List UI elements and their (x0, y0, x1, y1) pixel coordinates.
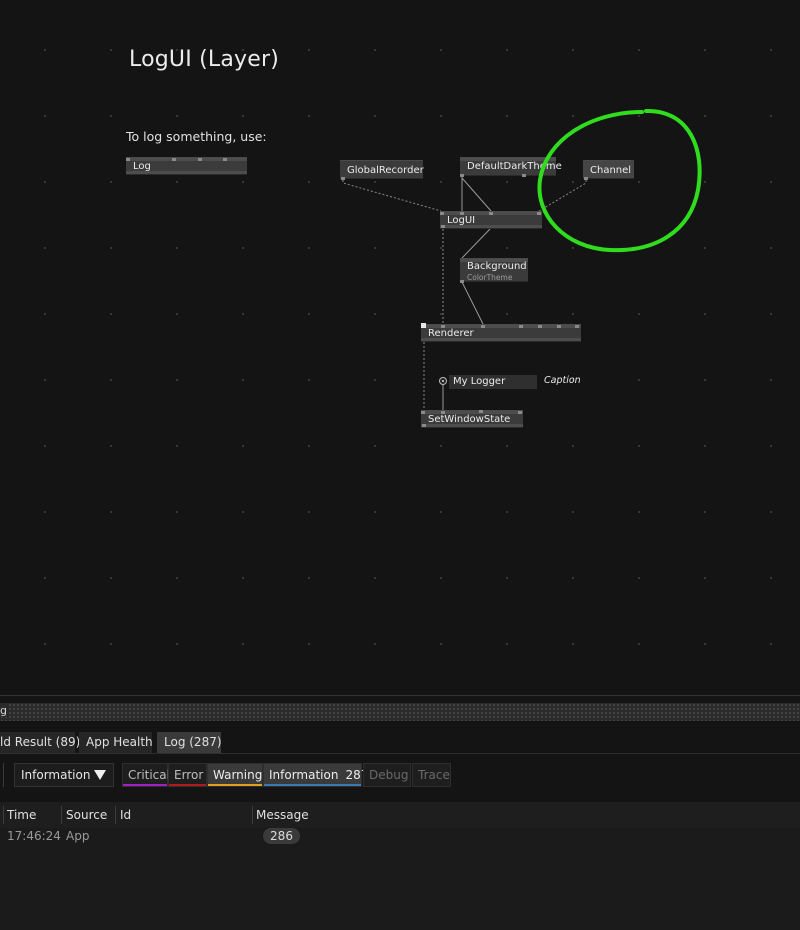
pin[interactable] (584, 177, 588, 180)
comment-text: To log something, use: (126, 129, 267, 144)
column-separator[interactable] (3, 806, 4, 824)
log-level-value: Information (21, 768, 91, 782)
pin[interactable] (422, 424, 426, 427)
filter-label: Critical (128, 768, 170, 782)
column-separator[interactable] (61, 806, 62, 824)
wire-background-renderer (461, 281, 484, 325)
cell-message-badge: 286 (263, 828, 300, 844)
pin[interactable] (481, 325, 485, 328)
filter-color-bar (169, 784, 206, 786)
pin[interactable] (341, 177, 345, 180)
filter-warning[interactable]: Warning (207, 763, 263, 787)
pin[interactable] (441, 225, 445, 228)
filter-debug[interactable]: Debug (363, 763, 411, 787)
filter-color-bar (264, 784, 361, 786)
node-background[interactable]: Background ColorTheme (460, 258, 528, 283)
node-log[interactable]: Log (126, 157, 247, 175)
panel-divider[interactable] (0, 695, 800, 696)
patch-title: LogUI (Layer) (129, 47, 279, 72)
node-label: DefaultDarkTheme (467, 161, 562, 172)
cell-time: 17:46:24 (7, 829, 61, 843)
column-time[interactable]: Time (7, 808, 36, 822)
wire-logui-background (461, 228, 491, 259)
column-separator[interactable] (252, 806, 253, 824)
filter-label: Debug (369, 768, 409, 782)
filter-color-bar (208, 784, 262, 786)
filter-color-bar (123, 784, 167, 786)
pin[interactable] (522, 174, 526, 177)
panel-title: g (0, 704, 9, 717)
wire-channel-logui (538, 180, 587, 212)
output-pins (440, 225, 542, 228)
pin[interactable] (440, 212, 444, 215)
cell-source: App (66, 829, 90, 843)
filter-critical[interactable]: Critical (122, 763, 170, 787)
node-set-window-state[interactable]: SetWindowState (421, 410, 523, 428)
tab-app-health[interactable]: App Health (79, 732, 153, 753)
filter-trace[interactable]: Trace (412, 763, 451, 787)
wire-layer (342, 176, 587, 410)
filter-label: Trace (418, 768, 450, 782)
pin[interactable] (421, 411, 425, 414)
pin[interactable] (460, 280, 464, 283)
panel-tabs: ld Result (89) App Health Log (287) (0, 732, 800, 753)
panel-edge (3, 763, 4, 787)
pin[interactable] (421, 323, 426, 328)
pin[interactable] (126, 158, 130, 161)
table-header: Time Source Id Message (0, 802, 800, 828)
filter-information[interactable]: Information 287 (263, 763, 368, 787)
node-label: Background (467, 261, 527, 272)
caret-down-icon (94, 770, 106, 780)
pin[interactable] (575, 325, 579, 328)
node-sublabel: ColorTheme (467, 273, 513, 282)
log-table: Time Source Id Message 17:46:24 App 286 (0, 802, 800, 930)
pin[interactable] (557, 325, 561, 328)
annotation-circle (537, 108, 702, 253)
column-id[interactable]: Id (120, 808, 131, 822)
node-renderer[interactable]: Renderer (421, 323, 581, 342)
node-global-recorder[interactable]: GlobalRecorder (340, 160, 424, 180)
log-level-dropdown[interactable]: Information (14, 763, 114, 787)
wire-globalrecorder-logui (342, 180, 442, 212)
pin[interactable] (198, 158, 202, 161)
tab-build-result[interactable]: ld Result (89) (0, 732, 80, 753)
output-pins (126, 171, 247, 174)
pin[interactable] (223, 158, 227, 161)
output-pins (421, 338, 581, 341)
node-channel[interactable]: Channel (583, 160, 634, 180)
app-window: LogUI (Layer) To log something, use: Log… (0, 0, 800, 930)
panel-header[interactable]: g (0, 703, 800, 721)
pad-pin-icon[interactable] (439, 377, 447, 385)
tabs-divider (0, 753, 800, 754)
node-my-logger[interactable]: My Logger (449, 375, 537, 389)
filter-label: Information (269, 768, 339, 782)
column-source[interactable]: Source (66, 808, 107, 822)
column-separator[interactable] (115, 806, 116, 824)
pin[interactable] (518, 411, 522, 414)
node-label: Channel (590, 165, 632, 176)
output-pins (421, 424, 523, 427)
pin[interactable] (537, 212, 541, 215)
patch-canvas[interactable]: LogUI (Layer) To log something, use: Log… (0, 0, 800, 695)
pin[interactable] (479, 410, 483, 413)
node-logui[interactable]: LogUI (440, 211, 542, 229)
column-message[interactable]: Message (256, 808, 309, 822)
caption-text: Caption (544, 375, 581, 386)
pin[interactable] (489, 212, 493, 215)
pin[interactable] (172, 158, 176, 161)
node-label: GlobalRecorder (347, 165, 424, 176)
annotation-stroke (537, 108, 702, 253)
pin[interactable] (519, 325, 523, 328)
filter-error[interactable]: Error (168, 763, 207, 787)
node-default-dark-theme[interactable]: DefaultDarkTheme (460, 157, 562, 177)
wire-theme-logui-b (461, 177, 492, 212)
filter-label: Error (174, 768, 204, 782)
pin[interactable] (538, 325, 542, 328)
pin[interactable] (460, 174, 464, 177)
tab-log[interactable]: Log (287) (157, 732, 222, 753)
filter-label: Warning (213, 768, 263, 782)
node-label: My Logger (453, 376, 506, 387)
